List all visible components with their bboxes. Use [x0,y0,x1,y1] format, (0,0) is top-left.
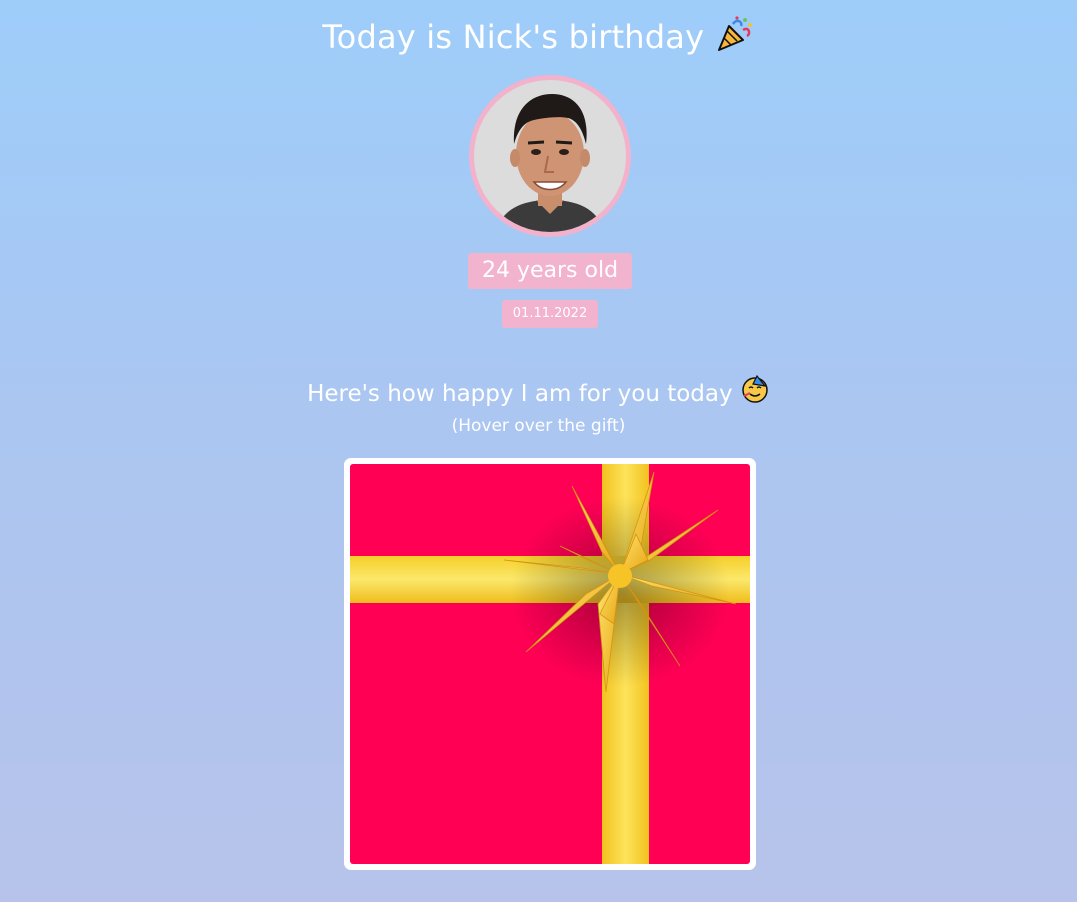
message-heading: Here's how happy I am for you today [0,374,1077,415]
hover-hint: (Hover over the gift) [451,416,626,436]
page-title-text: Today is Nick's birthday [322,18,705,56]
message-heading-text: Here's how happy I am for you today [307,381,733,407]
gift-box-icon[interactable] [350,464,750,864]
age-badge: 24 years old [468,253,632,289]
date-badge: 01.11.2022 [502,300,598,328]
person-photo [474,80,626,232]
page-title: Today is Nick's birthday [0,14,1077,64]
avatar [469,75,631,237]
partying-face-icon [740,374,770,415]
gift-card[interactable] [344,458,756,870]
party-popper-icon [715,14,755,64]
